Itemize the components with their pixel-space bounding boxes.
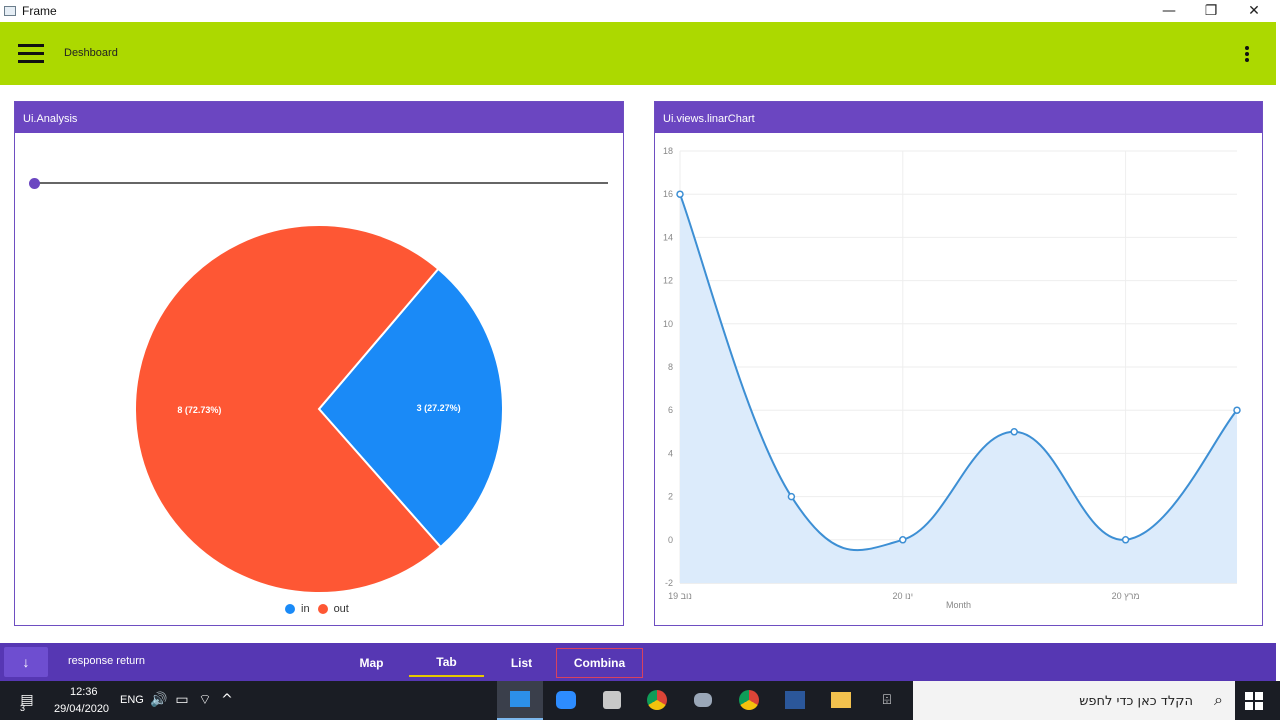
- legend-label-out: out: [333, 603, 349, 615]
- bottom-bar: ↓ response return Map Tab List Combina: [0, 643, 1276, 681]
- word-icon[interactable]: [784, 690, 806, 710]
- chrome-icon[interactable]: [646, 690, 668, 710]
- legend-dot-out: [317, 604, 328, 614]
- task-view-app-icon: [510, 691, 530, 707]
- volume-icon[interactable]: 🔊: [148, 690, 170, 710]
- taskbar-search-box[interactable]: הקלד כאן כדי לחפש ⌕: [913, 681, 1235, 720]
- language-indicator[interactable]: ENG: [120, 694, 144, 706]
- search-placeholder: הקלד כאן כדי לחפש: [1079, 694, 1193, 709]
- java-app-icon[interactable]: [601, 690, 623, 710]
- zoom-app-icon[interactable]: [555, 690, 577, 710]
- linar-chart-card-title: Ui.views.linarChart: [655, 102, 1262, 133]
- legend-label-in: in: [301, 603, 310, 615]
- app-icon-generic[interactable]: [692, 690, 714, 710]
- response-label: response return: [68, 655, 146, 667]
- taskbar-time: 12:36: [70, 686, 98, 698]
- arrow-down-button[interactable]: ↓: [4, 647, 48, 677]
- windows-start-icon[interactable]: [1245, 692, 1263, 710]
- tab-map[interactable]: Map: [344, 649, 399, 677]
- search-icon: ⌕: [1214, 690, 1223, 709]
- chevron-up-icon[interactable]: ^: [216, 690, 238, 710]
- taskbar-date: 29/04/2020: [54, 703, 110, 715]
- pie-label-in: 3 (27.27%): [417, 403, 461, 413]
- pie-legend: in out: [285, 602, 357, 616]
- legend-item-in[interactable]: in: [285, 603, 310, 615]
- chrome-icon-2[interactable]: [738, 690, 760, 710]
- file-explorer-icon[interactable]: [830, 690, 852, 710]
- tab-tab[interactable]: Tab: [409, 649, 484, 677]
- tab-combina[interactable]: Combina: [556, 648, 643, 678]
- notification-badge: 3: [20, 703, 26, 713]
- taskbar-active-app[interactable]: [497, 681, 543, 720]
- legend-item-out[interactable]: out: [317, 603, 349, 615]
- linar-chart-card: Ui.views.linarChart: [654, 101, 1263, 626]
- battery-icon[interactable]: ▭: [171, 690, 193, 710]
- windows-taskbar: ▤ 3 12:36 29/04/2020 ENG 🔊 ▭ ⌔ ^ ⌹ הקלד …: [0, 681, 1280, 720]
- wifi-icon[interactable]: ⌔: [194, 690, 216, 710]
- pie-label-out: 8 (72.73%): [177, 405, 221, 415]
- legend-dot-in: [285, 604, 295, 614]
- tab-list[interactable]: List: [494, 649, 549, 677]
- task-view-icon[interactable]: ⌹: [876, 690, 898, 710]
